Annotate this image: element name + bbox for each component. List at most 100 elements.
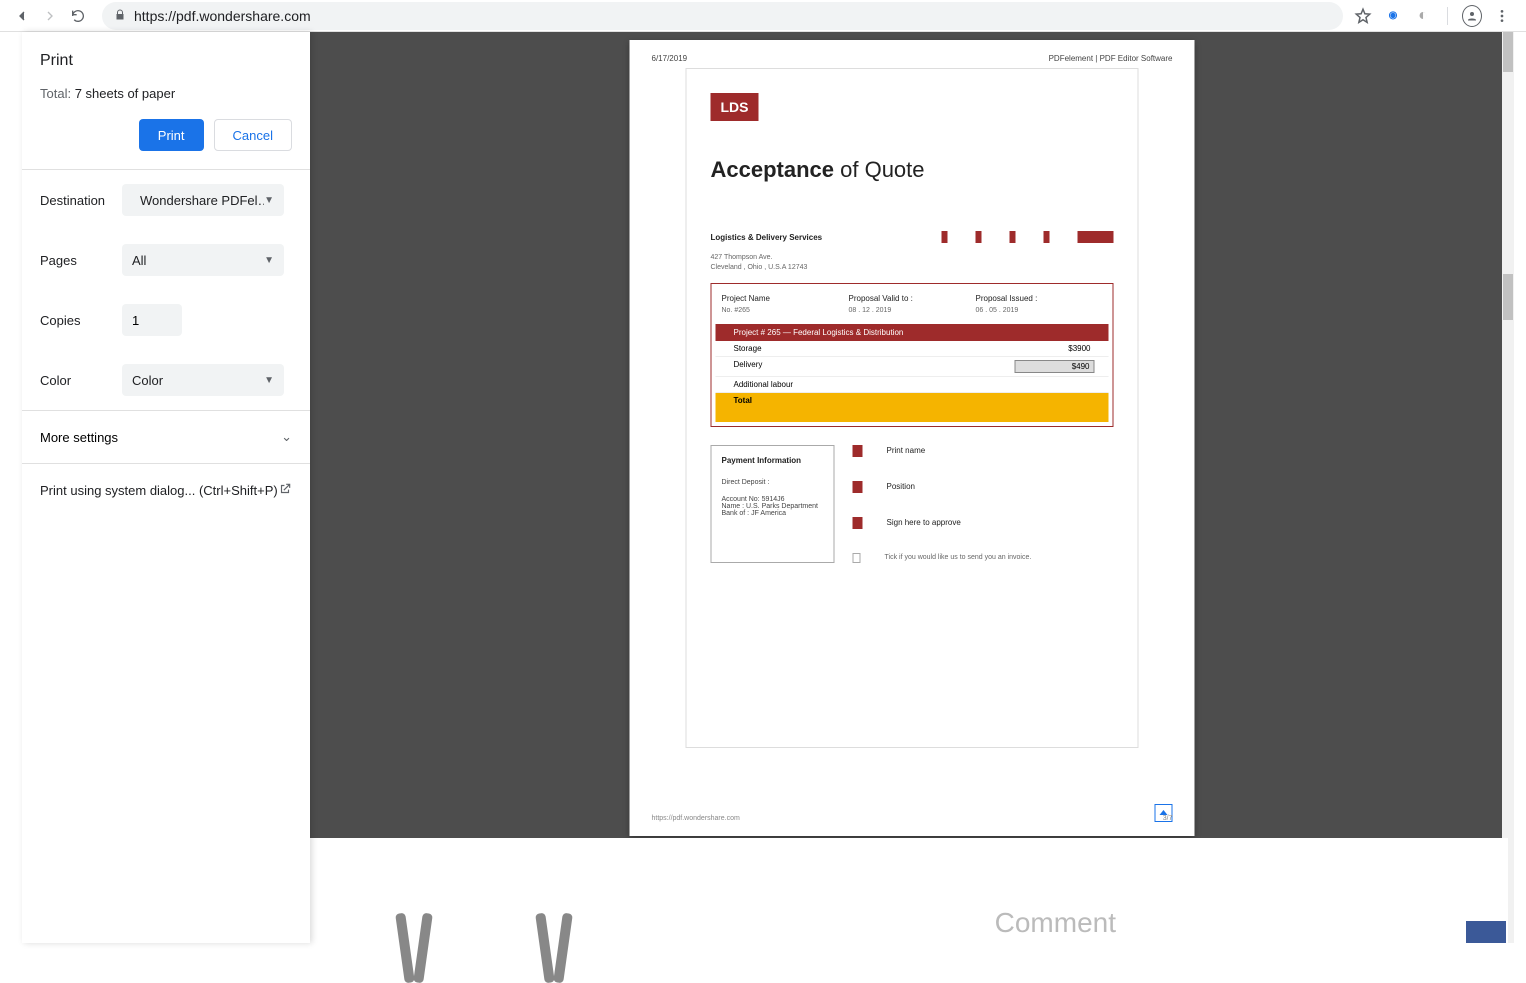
stripe-icon [1044, 231, 1050, 243]
proposal-meta-box: Project Name Proposal Valid to : Proposa… [711, 283, 1114, 427]
meta-headers: Project Name Proposal Valid to : Proposa… [712, 294, 1113, 303]
total-value [1011, 396, 1091, 405]
browser-right-icons: ◉ ◐ [1353, 6, 1518, 26]
document-body: LDS Acceptance of Quote Logistics & Deli… [686, 68, 1139, 748]
copies-input[interactable] [122, 304, 182, 336]
table-total-row: Total [716, 393, 1109, 408]
forward-button[interactable] [36, 2, 64, 30]
pages-select[interactable]: All ▼ [122, 244, 284, 276]
print-title: Print [40, 52, 292, 70]
print-dialog: Print Total: 7 sheets of paper Print Can… [22, 32, 310, 943]
addr-line2: Cleveland , Ohio , U.S.A 12743 [711, 263, 1114, 273]
copies-row: Copies [22, 290, 310, 350]
system-dialog-label: Print using system dialog... (Ctrl+Shift… [40, 483, 278, 498]
page-behind-strip [310, 838, 1508, 943]
preview-page: 6/17/2019 PDFelement | PDF Editor Softwa… [630, 40, 1195, 836]
extension-icon-2[interactable]: ◐ [1413, 6, 1433, 26]
table-row-spacer [716, 408, 1109, 422]
preview-scrollbar[interactable] [1502, 32, 1514, 943]
reload-icon [70, 8, 86, 24]
more-settings-toggle[interactable]: More settings ⌄ [22, 411, 310, 463]
chevron-down-icon: ▼ [264, 195, 274, 206]
copies-label: Copies [40, 313, 122, 328]
page-header: 6/17/2019 PDFelement | PDF Editor Softwa… [652, 54, 1173, 63]
more-settings-label: More settings [40, 430, 118, 445]
address-bar[interactable]: https://pdf.wondershare.com [102, 2, 1343, 30]
doc-title-rest: of Quote [834, 157, 925, 182]
total-label: Total [734, 396, 1011, 405]
color-select[interactable]: Color ▼ [122, 364, 284, 396]
payment-header: Payment Information [722, 456, 824, 465]
browser-toolbar: https://pdf.wondershare.com ◉ ◐ [0, 0, 1526, 32]
reload-button[interactable] [64, 2, 92, 30]
sign-label: Tick if you would like us to send you an… [885, 554, 1032, 561]
print-actions: Print Cancel [22, 119, 310, 169]
pages-row: Pages All ▼ [22, 230, 310, 290]
signature-column: Print name Position Sign here to approve [853, 445, 1114, 563]
lock-icon [114, 8, 126, 24]
payment-info-box: Payment Information Direct Deposit : Acc… [711, 445, 835, 563]
cancel-button[interactable]: Cancel [214, 119, 292, 151]
addr-line1: 427 Thompson Ave. [711, 253, 1114, 263]
payment-acct: Account No: 5914J6 [722, 496, 824, 503]
meta-v3: 06 . 05 . 2019 [976, 307, 1103, 314]
doc-title-bold: Acceptance [711, 157, 835, 182]
row-label: Additional labour [734, 380, 1011, 389]
meta-h1: Project Name [722, 294, 849, 303]
stripe-icon [1078, 231, 1114, 243]
menu-button[interactable] [1492, 6, 1512, 26]
marker-icon [853, 445, 863, 457]
star-icon[interactable] [1353, 6, 1373, 26]
pages-value: All [132, 253, 146, 268]
scrollbar-thumb[interactable] [1503, 32, 1513, 72]
back-button[interactable] [8, 2, 36, 30]
total-value: 7 sheets of paper [75, 86, 175, 101]
chevron-down-icon: ⌄ [281, 429, 292, 445]
project-bar: Project # 265 — Federal Logistics & Dist… [716, 324, 1109, 341]
sign-row: Tick if you would like us to send you an… [853, 553, 1114, 563]
color-value: Color [132, 373, 163, 388]
checkbox-icon [853, 553, 861, 563]
table-row: Additional labour [716, 377, 1109, 393]
page-header-title: PDFelement | PDF Editor Software [1049, 54, 1173, 63]
lower-section: Payment Information Direct Deposit : Acc… [711, 445, 1114, 563]
page-date: 6/17/2019 [652, 54, 688, 63]
chevron-down-icon: ▼ [264, 375, 274, 386]
print-button[interactable]: Print [139, 119, 204, 151]
sign-label: Sign here to approve [887, 518, 961, 527]
marker-icon [853, 481, 863, 493]
sign-row: Print name [853, 445, 1114, 457]
url-text: https://pdf.wondershare.com [134, 8, 311, 24]
company-stripe-row: Logistics & Delivery Services [711, 231, 1114, 243]
total-prefix: Total: [40, 86, 75, 101]
marker-icon [853, 517, 863, 529]
company-name: Logistics & Delivery Services [711, 233, 823, 242]
system-dialog-link[interactable]: Print using system dialog... (Ctrl+Shift… [22, 464, 310, 517]
page-footer: https://pdf.wondershare.com 3/7 [652, 815, 1173, 822]
kebab-icon [1494, 8, 1510, 24]
meta-values: No. #265 08 . 12 . 2019 06 . 05 . 2019 [712, 303, 1113, 324]
meta-h2: Proposal Valid to : [849, 294, 976, 303]
destination-value: Wondershare PDFel… [140, 193, 264, 208]
print-total: Total: 7 sheets of paper [40, 86, 292, 101]
stripe-icon [942, 231, 948, 243]
scrollbar-thumb[interactable] [1503, 274, 1513, 320]
row-value [1011, 380, 1091, 389]
stripe-icon [976, 231, 982, 243]
print-preview-area: 6/17/2019 PDFelement | PDF Editor Softwa… [310, 32, 1514, 943]
pages-label: Pages [40, 253, 122, 268]
meta-v2: 08 . 12 . 2019 [849, 307, 976, 314]
table-row: Storage $3900 [716, 341, 1109, 357]
sign-label: Print name [887, 446, 926, 455]
print-header: Print Total: 7 sheets of paper [22, 32, 310, 119]
doc-title: Acceptance of Quote [711, 157, 1114, 183]
color-row: Color Color ▼ [22, 350, 310, 410]
extension-icon-1[interactable]: ◉ [1383, 6, 1403, 26]
destination-label: Destination [40, 193, 122, 208]
payment-name: Name : U.S. Parks Department [722, 503, 824, 510]
destination-select[interactable]: Wondershare PDFel… ▼ [122, 184, 284, 216]
lds-logo: LDS [711, 93, 759, 121]
profile-button[interactable] [1462, 6, 1482, 26]
payment-dd: Direct Deposit : [722, 479, 824, 486]
open-external-icon [278, 482, 292, 499]
